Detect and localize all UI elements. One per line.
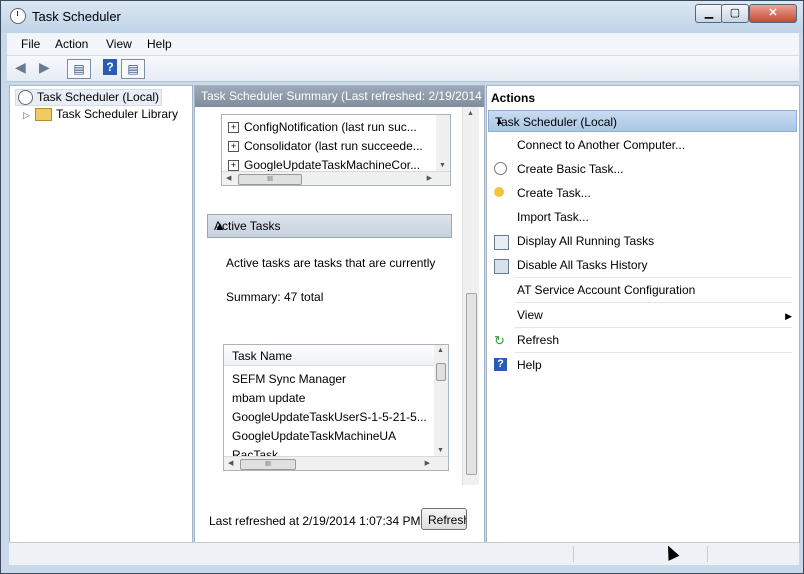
maximize-button[interactable]: ▢ <box>721 4 749 23</box>
tree-item-task-scheduler-library[interactable]: ▷ Task Scheduler Library <box>23 107 179 122</box>
action-create-basic-task[interactable]: Create Basic Task... <box>517 162 624 176</box>
tree-item-label: Task Scheduler Library <box>56 107 179 121</box>
scroll-thumb[interactable]: III <box>238 174 302 185</box>
expand-plus-icon[interactable]: + <box>228 160 239 172</box>
scroll-right-icon[interactable]: ▶ <box>425 459 430 467</box>
status-bar <box>9 542 799 565</box>
show-hide-console-tree-icon[interactable]: ▤ <box>67 59 91 79</box>
menu-action[interactable]: Action <box>55 37 88 51</box>
actions-group-header[interactable]: Task Scheduler (Local) ▲ <box>488 110 797 132</box>
active-tasks-header[interactable]: Active Tasks ▲ <box>207 214 452 238</box>
table-row[interactable]: GoogleUpdateTaskUserS-1-5-21-5... <box>232 410 427 424</box>
task-status-vertical-scrollbar[interactable]: ▼ <box>436 115 450 171</box>
action-import-task[interactable]: Import Task... <box>517 210 589 224</box>
action-display-all-running-tasks[interactable]: Display All Running Tasks <box>517 234 654 248</box>
menu-view[interactable]: View <box>106 37 132 51</box>
summary-title-bar: Task Scheduler Summary (Last refreshed: … <box>195 86 484 107</box>
task-status-horizontal-scrollbar[interactable]: ◀ III ▶ <box>222 171 450 185</box>
tree-item-label: Task Scheduler (Local) <box>37 90 160 104</box>
scroll-left-icon[interactable]: ◀ <box>226 174 231 182</box>
active-tasks-description: Active tasks are tasks that are currentl… <box>226 256 436 270</box>
scroll-up-icon[interactable]: ▲ <box>437 347 444 354</box>
menu-file[interactable]: File <box>21 37 40 51</box>
title-bar[interactable]: Task Scheduler ▁ ▢ ✕ <box>1 1 803 33</box>
clock-icon <box>18 90 33 106</box>
create-task-icon <box>494 187 504 197</box>
forward-arrow-icon[interactable]: ▶ <box>39 59 50 77</box>
task-scheduler-window: Task Scheduler ▁ ▢ ✕ File Action View He… <box>0 0 804 574</box>
folder-icon <box>35 108 52 122</box>
task-status-label: Consolidator (last run succeede... <box>244 139 423 153</box>
summary-vertical-scrollbar[interactable]: ▲ <box>462 107 479 485</box>
scroll-up-icon[interactable]: ▲ <box>467 110 474 117</box>
back-arrow-icon[interactable]: ◀ <box>15 59 26 77</box>
task-list-horizontal-scrollbar[interactable]: ◀ III ▶ <box>224 456 448 470</box>
expand-plus-icon[interactable]: + <box>228 141 239 153</box>
help-icon[interactable]: ? <box>103 59 117 75</box>
console-tree: Task Scheduler (Local) ▷ Task Scheduler L… <box>9 85 193 543</box>
create-basic-task-icon <box>494 162 507 175</box>
action-create-task[interactable]: Create Task... <box>517 186 591 200</box>
scroll-thumb[interactable]: III <box>240 459 296 470</box>
disable-history-icon <box>494 259 509 274</box>
separator <box>515 277 792 278</box>
clock-icon <box>10 8 26 24</box>
display-running-tasks-icon <box>494 235 509 250</box>
actions-title: Actions <box>491 91 536 105</box>
task-status-label: GoogleUpdateTaskMachineCor... <box>244 158 421 172</box>
menu-help[interactable]: Help <box>147 37 172 51</box>
help-icon: ? <box>494 358 507 371</box>
scroll-thumb[interactable] <box>436 363 446 381</box>
action-view-label: View <box>517 308 543 322</box>
active-tasks-summary: Summary: 47 total <box>226 290 324 304</box>
task-status-item[interactable]: + ConfigNotification (last run suc... <box>228 120 417 134</box>
separator <box>515 327 792 328</box>
task-name-column-label: Task Name <box>232 349 293 363</box>
task-status-label: ConfigNotification (last run suc... <box>244 120 417 134</box>
scroll-left-icon[interactable]: ◀ <box>228 459 233 467</box>
expand-arrow-icon[interactable]: ▷ <box>23 110 32 121</box>
scroll-down-icon[interactable]: ▼ <box>437 447 444 454</box>
scroll-right-icon[interactable]: ▶ <box>427 174 432 182</box>
tree-item-task-scheduler-local[interactable]: Task Scheduler (Local) <box>15 89 163 107</box>
action-view[interactable]: View ▶ <box>517 308 792 322</box>
menu-bar: File Action View Help <box>7 33 799 56</box>
separator <box>515 302 792 303</box>
last-refreshed-text: Last refreshed at 2/19/2014 1:07:34 PM <box>209 514 421 528</box>
summary-pane: Task Scheduler Summary (Last refreshed: … <box>194 85 485 543</box>
action-connect-to-another-computer[interactable]: Connect to Another Computer... <box>517 138 685 152</box>
close-button[interactable]: ✕ <box>749 4 797 23</box>
task-status-item[interactable]: + Consolidator (last run succeede... <box>228 139 423 153</box>
table-row[interactable]: GoogleUpdateTaskMachineUA <box>232 429 396 443</box>
scroll-down-icon[interactable]: ▼ <box>439 162 446 169</box>
refresh-button[interactable]: Refresh <box>421 508 467 530</box>
expand-plus-icon[interactable]: + <box>228 122 239 134</box>
active-tasks-list: Task Name SEFM Sync Manager mbam update … <box>223 344 449 471</box>
task-name-column-header[interactable]: Task Name <box>224 345 434 366</box>
submenu-arrow-icon: ▶ <box>785 311 792 321</box>
action-at-service-account-configuration[interactable]: AT Service Account Configuration <box>517 283 695 297</box>
minimize-button[interactable]: ▁ <box>695 4 723 23</box>
separator <box>515 352 792 353</box>
task-status-item[interactable]: + GoogleUpdateTaskMachineCor... <box>228 158 420 172</box>
summary-title: Task Scheduler Summary (Last refreshed: … <box>201 89 484 103</box>
status-divider <box>573 546 574 562</box>
actions-pane: Actions Task Scheduler (Local) ▲ Connect… <box>486 85 800 543</box>
scroll-thumb[interactable] <box>466 293 477 475</box>
table-row[interactable]: SEFM Sync Manager <box>232 372 346 386</box>
show-hide-action-pane-icon[interactable]: ▤ <box>121 59 145 79</box>
collapse-caret-icon[interactable]: ▲ <box>214 219 445 233</box>
table-row[interactable]: mbam update <box>232 391 305 405</box>
collapse-caret-icon[interactable]: ▲ <box>495 116 788 126</box>
action-refresh[interactable]: Refresh <box>517 333 559 347</box>
window-title: Task Scheduler <box>32 9 121 24</box>
status-divider <box>707 546 708 562</box>
refresh-icon: ↻ <box>494 333 505 348</box>
action-help[interactable]: Help <box>517 358 542 372</box>
action-disable-all-tasks-history[interactable]: Disable All Tasks History <box>517 258 648 272</box>
task-list-vertical-scrollbar[interactable]: ▲ ▼ <box>434 345 448 456</box>
task-status-tree: + ConfigNotification (last run suc... + Co… <box>221 114 451 186</box>
toolbar: ◀ ▶ ▤ ? ▤ <box>7 56 799 82</box>
